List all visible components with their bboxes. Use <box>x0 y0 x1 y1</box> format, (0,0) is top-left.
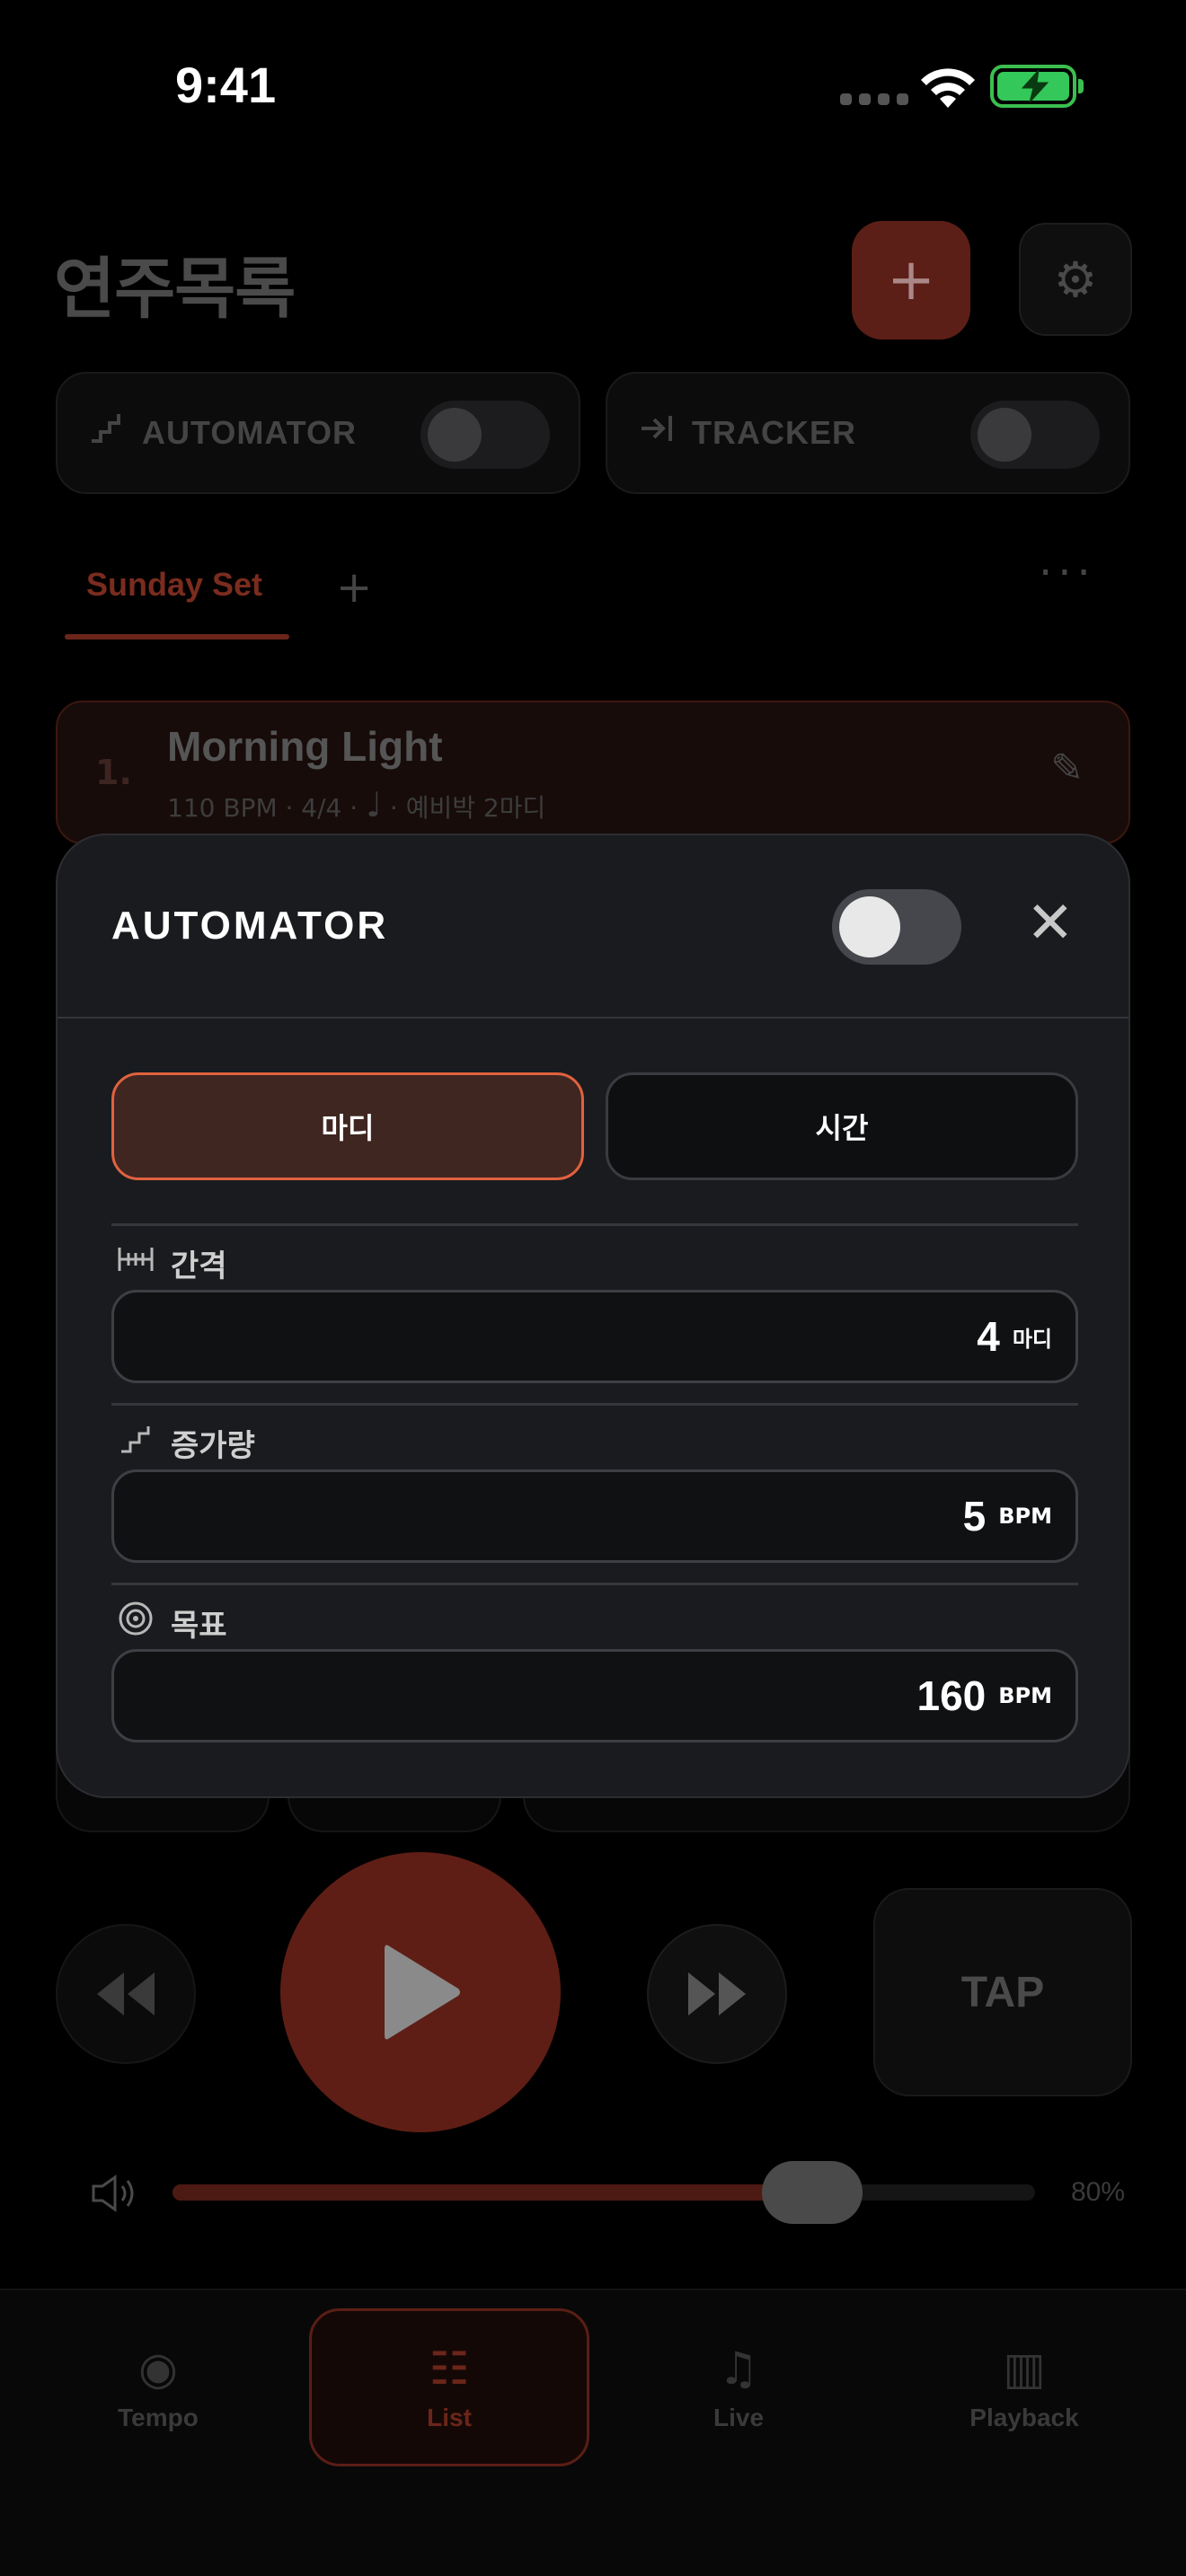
mode-time-button[interactable]: 시간 <box>606 1072 1078 1180</box>
tap-tempo-button[interactable]: TAP <box>873 1888 1132 2096</box>
list-icon: ☷ <box>429 2342 470 2395</box>
play-button[interactable] <box>280 1852 561 2132</box>
nav-live[interactable]: ♫ Live <box>598 2308 879 2466</box>
rewind-icon <box>97 1972 155 2016</box>
close-icon[interactable]: ✕ <box>1026 895 1075 952</box>
volume-fill <box>173 2184 780 2201</box>
volume-percent: 80% <box>1071 2177 1126 2207</box>
add-setlist-button[interactable]: + <box>336 562 372 613</box>
tracker-switch[interactable] <box>970 401 1100 469</box>
nav-playback[interactable]: ▥ Playback <box>884 2308 1164 2466</box>
fast-forward-icon <box>688 1972 746 2016</box>
more-options-button[interactable]: ··· <box>1039 548 1096 598</box>
tracker-label: TRACKER <box>692 414 856 451</box>
song-row[interactable]: 1. Morning Light 110 BPM · 4/4 · ♩ · 예비박… <box>56 701 1130 844</box>
song-title: Morning Light <box>167 723 443 770</box>
volume-slider[interactable] <box>173 2184 1035 2201</box>
tab-sunday-set[interactable]: Sunday Set <box>86 566 262 604</box>
automator-switch[interactable] <box>420 401 550 469</box>
mode-bars-button[interactable]: 마디 <box>111 1072 584 1180</box>
wifi-icon <box>916 63 979 113</box>
cellular-signal-icon <box>840 93 908 105</box>
divider <box>111 1583 1078 1585</box>
rewind-button[interactable] <box>56 1924 196 2064</box>
divider <box>111 1403 1078 1406</box>
music-note-icon: ♫ <box>718 2342 759 2395</box>
volume-slider-knob[interactable] <box>762 2161 863 2224</box>
settings-button[interactable]: ⚙ <box>1019 223 1132 336</box>
playback-icon: ▥ <box>1003 2342 1046 2395</box>
status-time: 9:41 <box>175 57 277 113</box>
ruler-icon <box>115 1244 156 1283</box>
increment-label: 증가량 <box>115 1421 255 1465</box>
increment-input[interactable]: 5 BPM <box>111 1469 1078 1563</box>
divider <box>58 1017 1128 1019</box>
stairs-icon <box>88 410 133 455</box>
automator-modal: AUTOMATOR ✕ 마디 시간 간격 4 마디 증가량 5 BPM 목표 1… <box>56 834 1130 1798</box>
edit-song-icon[interactable]: ✎ <box>1050 745 1084 791</box>
interval-label: 간격 <box>115 1241 227 1285</box>
play-icon <box>385 1945 460 2040</box>
speaker-icon <box>90 2174 138 2217</box>
tracker-toggle-card[interactable]: TRACKER <box>606 372 1130 494</box>
automator-toggle-card[interactable]: AUTOMATOR <box>56 372 580 494</box>
fast-forward-button[interactable] <box>647 1924 787 2064</box>
nav-list[interactable]: ☷ List <box>309 2308 589 2466</box>
modal-title: AUTOMATOR <box>111 904 389 948</box>
quarter-note-icon: ♩ <box>366 785 382 825</box>
stairs-icon <box>115 1423 156 1463</box>
target-label: 목표 <box>115 1601 227 1645</box>
plus-icon: + <box>887 247 935 313</box>
automator-label: AUTOMATOR <box>142 414 357 451</box>
song-number: 1. <box>95 753 132 792</box>
gear-icon: ⚙ <box>1053 251 1098 308</box>
active-tab-indicator <box>65 634 289 640</box>
nav-tempo[interactable]: ◉ Tempo <box>18 2308 298 2466</box>
battery-icon <box>990 65 1084 108</box>
interval-input[interactable]: 4 마디 <box>111 1290 1078 1383</box>
divider <box>111 1223 1078 1226</box>
arrow-to-line-icon <box>638 410 683 455</box>
target-input[interactable]: 160 BPM <box>111 1649 1078 1742</box>
page-title: 연주목록 <box>54 251 296 328</box>
target-icon: ◉ <box>138 2342 178 2395</box>
add-song-button[interactable]: + <box>852 221 970 340</box>
song-meta: 110 BPM · 4/4 · ♩ · 예비박 2마디 <box>167 785 546 825</box>
target-icon <box>115 1601 156 1645</box>
automator-enable-switch[interactable] <box>832 889 961 965</box>
